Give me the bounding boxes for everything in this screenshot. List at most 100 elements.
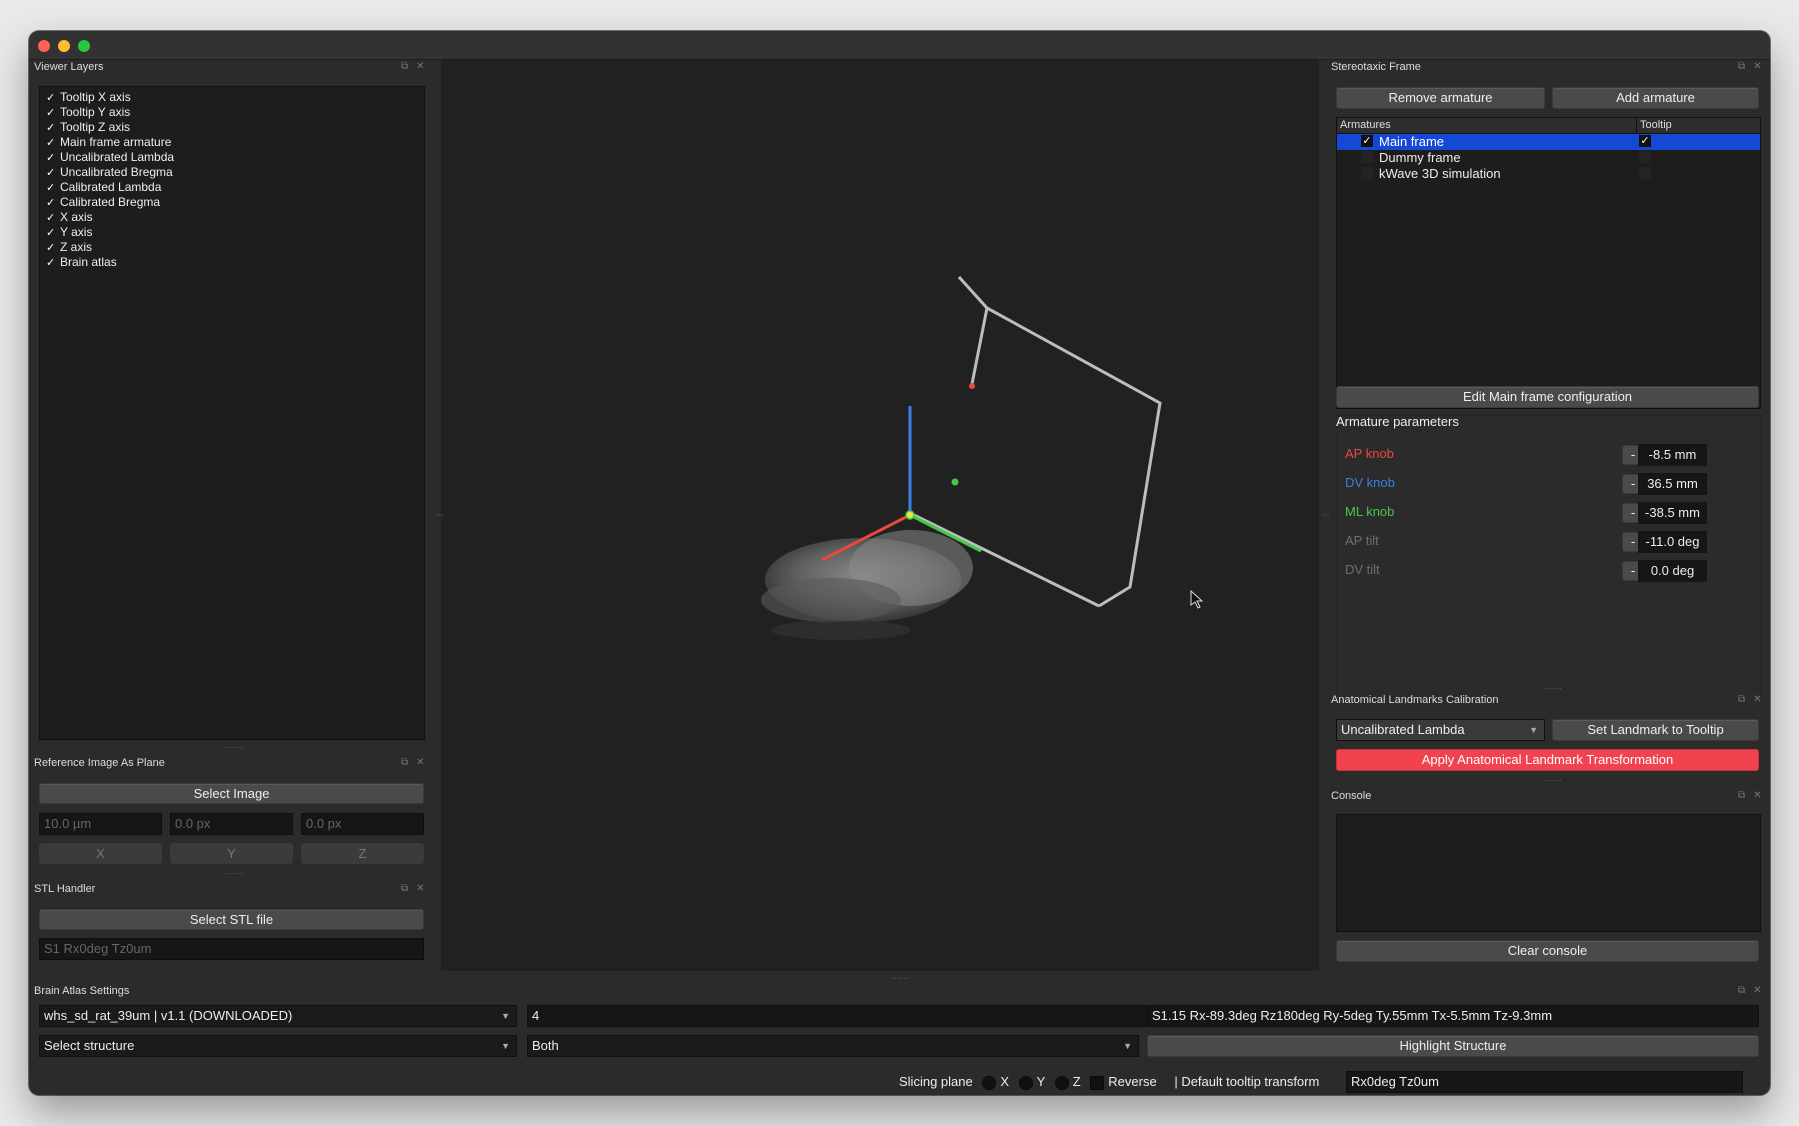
splitter-handle[interactable]: ...... <box>226 867 245 876</box>
checkmark-icon[interactable]: ✓ <box>46 226 60 239</box>
checkmark-icon[interactable]: ✓ <box>46 121 60 134</box>
col-tooltip: Tooltip <box>1640 119 1672 131</box>
apply-landmark-transform-button[interactable]: Apply Anatomical Landmark Transformation <box>1336 749 1759 771</box>
mouse-cursor-icon <box>1190 589 1204 609</box>
layer-item[interactable]: ✓ Calibrated Lambda <box>46 180 161 194</box>
splitter-handle-bottom[interactable]: ...... <box>891 972 910 981</box>
zoom-window-button[interactable] <box>78 40 90 52</box>
ml-knob-value[interactable]: -38.5 mm <box>1638 502 1707 524</box>
axis-x-button[interactable]: X <box>39 843 162 864</box>
checkmark-icon[interactable]: ✓ <box>46 241 60 254</box>
dock-float-close-icons[interactable]: ⧉✕ <box>401 883 433 894</box>
atlas-value-field[interactable]: 4 <box>527 1005 1161 1027</box>
layer-item[interactable]: ✓ Uncalibrated Lambda <box>46 150 174 164</box>
slice-x-radio[interactable] <box>982 1075 997 1090</box>
axis-y-button[interactable]: Y <box>170 843 293 864</box>
splitter-handle[interactable]: ...... <box>1543 682 1562 691</box>
axis-z-button[interactable]: Z <box>301 843 424 864</box>
checkmark-icon[interactable]: ✓ <box>46 211 60 224</box>
close-window-button[interactable] <box>38 40 50 52</box>
dv-knob-value[interactable]: 36.5 mm <box>1638 473 1707 495</box>
dock-float-close-icons[interactable]: ⧉✕ <box>401 757 433 768</box>
checkmark-icon[interactable]: ✓ <box>46 196 60 209</box>
splitter-handle-left[interactable]: ⋮ <box>435 511 444 520</box>
highlight-structure-button[interactable]: Highlight Structure <box>1147 1035 1759 1057</box>
select-stl-button[interactable]: Select STL file <box>39 909 424 930</box>
ap-tilt-value[interactable]: -11.0 deg <box>1638 531 1707 553</box>
checkbox[interactable] <box>1361 151 1373 163</box>
viewer-layers-list[interactable]: ✓ Tooltip X axis ✓ Tooltip Y axis ✓ Tooltip… <box>39 86 425 740</box>
table-row[interactable]: Dummy frame <box>1337 150 1760 166</box>
dropdown-arrow-icon: ▼ <box>1529 725 1538 735</box>
layer-item[interactable]: ✓ Z axis <box>46 240 92 254</box>
checkmark-icon[interactable]: ✓ <box>46 136 60 149</box>
checkmark-icon[interactable]: ✓ <box>46 151 60 164</box>
add-armature-button[interactable]: Add armature <box>1552 87 1759 109</box>
structure-select[interactable]: Select structure ▼ <box>39 1035 517 1057</box>
armature-frame <box>957 275 1162 608</box>
3d-viewport[interactable] <box>441 60 1319 971</box>
dock-float-close-icons[interactable]: ⧉✕ <box>1738 694 1770 705</box>
tooltip-checkmark-icon[interactable]: ✓ <box>1639 135 1651 147</box>
ap-knob-label: AP knob <box>1345 446 1394 461</box>
select-image-button[interactable]: Select Image <box>39 783 424 804</box>
checkmark-icon[interactable]: ✓ <box>46 181 60 194</box>
atlas-select[interactable]: whs_sd_rat_39um | v1.1 (DOWNLOADED) ▼ <box>39 1005 517 1027</box>
dock-float-close-icons[interactable]: ⧉✕ <box>401 61 433 72</box>
stl-transform-field[interactable]: S1 Rx0deg Tz0um <box>39 938 424 960</box>
slice-z-radio[interactable] <box>1054 1075 1069 1090</box>
armature-name: kWave 3D simulation <box>1379 166 1501 181</box>
default-transform-field[interactable]: Rx0deg Tz0um <box>1346 1071 1743 1093</box>
scene-canvas <box>761 275 1204 640</box>
checkbox[interactable] <box>1361 167 1373 179</box>
splitter-handle[interactable]: ...... <box>1543 774 1562 783</box>
set-landmark-button[interactable]: Set Landmark to Tooltip <box>1552 719 1759 741</box>
splitter-handle-right[interactable]: ⋮ <box>1321 511 1330 520</box>
atlas-transform-field[interactable]: S1.15 Rx-89.3deg Rz180deg Ry-5deg Ty.55m… <box>1147 1005 1759 1027</box>
checkmark-icon[interactable]: ✓ <box>46 106 60 119</box>
layer-item[interactable]: ✓ X axis <box>46 210 93 224</box>
dv-tilt-value[interactable]: 0.0 deg <box>1638 560 1707 582</box>
ap-knob-value[interactable]: -8.5 mm <box>1638 444 1707 466</box>
layer-item[interactable]: ✓ Tooltip Z axis <box>46 120 130 134</box>
table-row[interactable]: kWave 3D simulation <box>1337 166 1760 182</box>
layer-item[interactable]: ✓ Tooltip Y axis <box>46 105 130 119</box>
resolution-field[interactable]: 10.0 µm <box>39 813 162 835</box>
hemisphere-select[interactable]: Both ▼ <box>527 1035 1139 1057</box>
checkmark-icon[interactable]: ✓ <box>46 256 60 269</box>
offset-y-field[interactable]: 0.0 px <box>301 813 424 835</box>
dock-float-close-icons[interactable]: ⧉✕ <box>1738 985 1770 996</box>
tooltip-checkbox[interactable] <box>1639 151 1651 163</box>
dropdown-arrow-icon: ▼ <box>1123 1041 1132 1051</box>
layer-item[interactable]: ✓ Y axis <box>46 225 92 239</box>
minimize-window-button[interactable] <box>58 40 70 52</box>
title-bar <box>29 31 1770 60</box>
stl-handler-title: STL Handler <box>34 883 96 895</box>
checkmark-icon[interactable]: ✓ <box>1361 135 1373 147</box>
params-title: Armature parameters <box>1336 414 1459 429</box>
armatures-table[interactable]: Armatures Tooltip ✓ Main frame ✓ Dummy f… <box>1336 117 1761 409</box>
reverse-checkbox[interactable] <box>1090 1075 1105 1090</box>
splitter-handle[interactable]: ...... <box>226 741 245 750</box>
layer-item[interactable]: ✓ Tooltip X axis <box>46 90 131 104</box>
checkmark-icon[interactable]: ✓ <box>46 166 60 179</box>
layer-item[interactable]: ✓ Main frame armature <box>46 135 171 149</box>
checkmark-icon[interactable]: ✓ <box>46 91 60 104</box>
edit-frame-config-button[interactable]: Edit Main frame configuration <box>1336 386 1759 408</box>
clear-console-button[interactable]: Clear console <box>1336 940 1759 962</box>
tooltip-checkbox[interactable] <box>1639 167 1651 179</box>
dock-float-close-icons[interactable]: ⧉✕ <box>1738 61 1770 72</box>
landmark-select[interactable]: Uncalibrated Lambda ▼ <box>1336 719 1545 741</box>
table-row-selected[interactable]: ✓ Main frame ✓ <box>1337 134 1760 150</box>
ap-tilt-label: AP tilt <box>1345 533 1379 548</box>
offset-x-field[interactable]: 0.0 px <box>170 813 293 835</box>
armature-name: Dummy frame <box>1379 150 1461 165</box>
remove-armature-button[interactable]: Remove armature <box>1336 87 1545 109</box>
layer-item[interactable]: ✓ Calibrated Bregma <box>46 195 160 209</box>
layer-item[interactable]: ✓ Brain atlas <box>46 255 117 269</box>
layer-item[interactable]: ✓ Uncalibrated Bregma <box>46 165 173 179</box>
slice-y-radio[interactable] <box>1018 1075 1033 1090</box>
console-title: Console <box>1331 790 1372 802</box>
dock-float-close-icons[interactable]: ⧉✕ <box>1738 790 1770 801</box>
dropdown-arrow-icon: ▼ <box>501 1011 510 1021</box>
